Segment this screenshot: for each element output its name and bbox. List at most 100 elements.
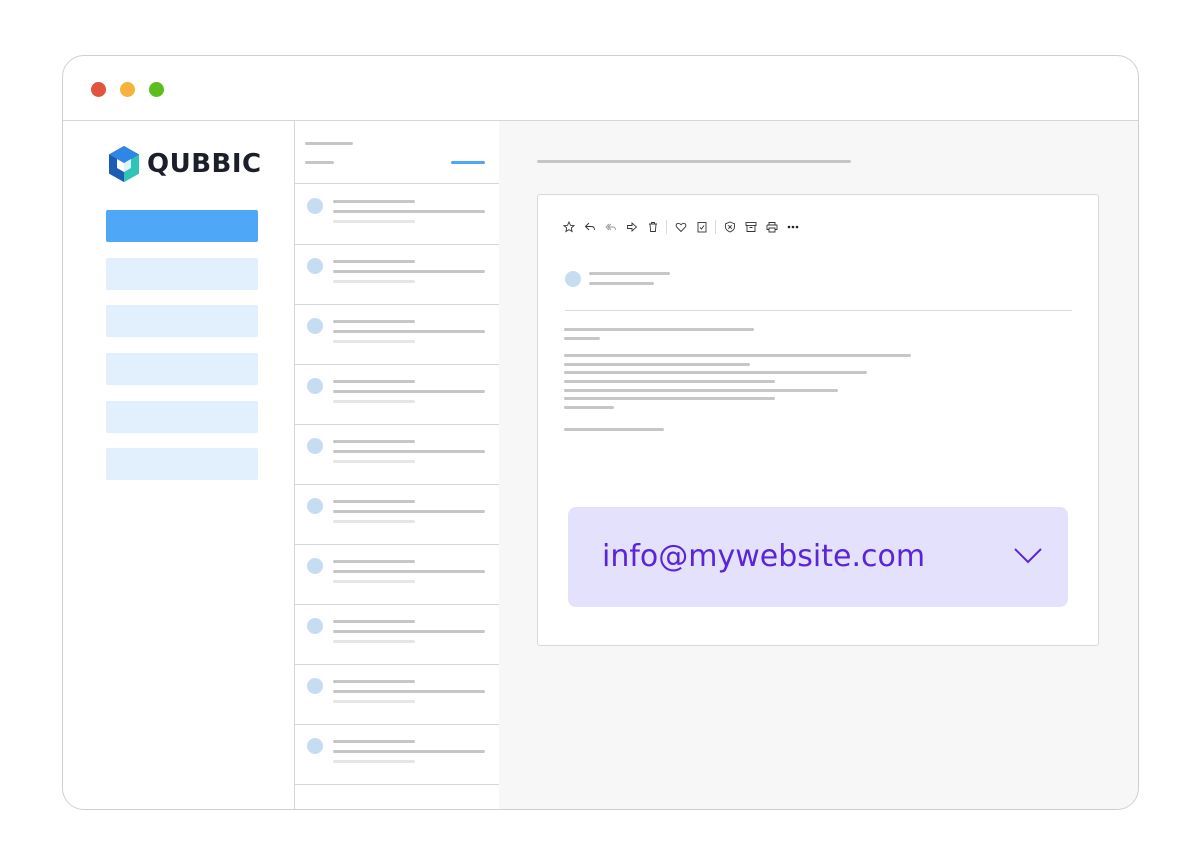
body-line: [564, 337, 600, 340]
sidebar-item-6[interactable]: [106, 448, 258, 480]
email-card: info@mywebsite.com: [537, 194, 1099, 646]
avatar: [307, 678, 323, 694]
app-name: QUBBIC: [147, 149, 262, 179]
subject-placeholder: [333, 690, 485, 693]
subject-placeholder: [333, 390, 485, 393]
list-action-placeholder[interactable]: [451, 161, 485, 164]
sender-name-placeholder: [589, 272, 670, 275]
message-list-header: [295, 121, 499, 184]
avatar: [307, 438, 323, 454]
reply-all-icon[interactable]: [600, 219, 621, 235]
body-line: [564, 328, 754, 331]
sender-placeholder: [333, 680, 415, 683]
shield-x-icon[interactable]: [719, 219, 740, 235]
list-item[interactable]: [295, 604, 499, 665]
avatar: [307, 738, 323, 754]
list-item[interactable]: [295, 664, 499, 725]
forward-icon[interactable]: [621, 219, 642, 235]
sender-placeholder: [333, 320, 415, 323]
sender-placeholder: [333, 200, 415, 203]
list-item[interactable]: [295, 484, 499, 545]
list-item[interactable]: [295, 304, 499, 365]
close-window-button[interactable]: [91, 82, 106, 97]
chevron-down-icon[interactable]: [1013, 543, 1043, 567]
reply-icon[interactable]: [579, 219, 600, 235]
preview-placeholder: [333, 580, 415, 583]
sidebar-item-1[interactable]: [106, 210, 258, 242]
preview-placeholder: [333, 340, 415, 343]
sender-avatar: [565, 271, 581, 287]
preview-placeholder: [333, 280, 415, 283]
reading-pane: info@mywebsite.com: [499, 121, 1138, 809]
sidebar-item-2[interactable]: [106, 258, 258, 290]
avatar: [307, 558, 323, 574]
preview-placeholder: [333, 640, 415, 643]
sender-placeholder: [333, 440, 415, 443]
list-item[interactable]: [295, 724, 499, 785]
list-title-placeholder: [305, 142, 353, 145]
heart-icon[interactable]: [670, 219, 691, 235]
subject-placeholder: [333, 210, 485, 213]
avatar: [307, 198, 323, 214]
maximize-window-button[interactable]: [149, 82, 164, 97]
archive-icon[interactable]: [740, 219, 761, 235]
preview-placeholder: [333, 460, 415, 463]
sender-email-placeholder: [589, 282, 654, 285]
clipboard-check-icon[interactable]: [691, 219, 712, 235]
avatar: [307, 618, 323, 634]
list-item[interactable]: [295, 424, 499, 485]
sender-placeholder: [333, 620, 415, 623]
email-toolbar: [558, 219, 803, 235]
body-line: [564, 354, 911, 357]
preview-placeholder: [333, 760, 415, 763]
sender-placeholder: [333, 560, 415, 563]
sidebar-item-4[interactable]: [106, 353, 258, 385]
sender-placeholder: [333, 380, 415, 383]
sender-placeholder: [333, 740, 415, 743]
body-line: [564, 363, 750, 366]
toolbar-separator: [715, 220, 716, 234]
app-logo[interactable]: QUBBIC: [107, 145, 262, 183]
list-filter-placeholder[interactable]: [305, 161, 334, 164]
message-list: [294, 121, 500, 809]
sender-placeholder: [333, 260, 415, 263]
sender-placeholder: [333, 500, 415, 503]
subject-placeholder: [333, 330, 485, 333]
preview-placeholder: [333, 700, 415, 703]
preview-placeholder: [333, 520, 415, 523]
subject-placeholder: [333, 630, 485, 633]
subject-placeholder: [537, 160, 851, 163]
list-item[interactable]: [295, 544, 499, 605]
sidebar-item-5[interactable]: [106, 401, 258, 433]
sidebar-item-3[interactable]: [106, 305, 258, 337]
preview-placeholder: [333, 400, 415, 403]
avatar: [307, 318, 323, 334]
more-icon[interactable]: [782, 219, 803, 235]
avatar: [307, 378, 323, 394]
subject-placeholder: [333, 510, 485, 513]
email-address-value: info@mywebsite.com: [602, 539, 926, 574]
trash-icon[interactable]: [642, 219, 663, 235]
body-line: [564, 428, 664, 431]
list-item[interactable]: [295, 364, 499, 425]
list-item[interactable]: [295, 184, 499, 245]
avatar: [307, 498, 323, 514]
star-icon[interactable]: [558, 219, 579, 235]
subject-placeholder: [333, 270, 485, 273]
subject-placeholder: [333, 570, 485, 573]
body-line: [564, 380, 775, 383]
subject-placeholder: [333, 450, 485, 453]
list-item[interactable]: [295, 244, 499, 305]
body-line: [564, 397, 775, 400]
print-icon[interactable]: [761, 219, 782, 235]
body-line: [564, 389, 838, 392]
qubbic-logo-icon: [109, 146, 139, 182]
avatar: [307, 258, 323, 274]
title-bar: [63, 56, 1138, 121]
body-line: [564, 406, 614, 409]
email-address-selector[interactable]: info@mywebsite.com: [568, 507, 1068, 607]
subject-placeholder: [333, 750, 485, 753]
minimize-window-button[interactable]: [120, 82, 135, 97]
sidebar: QUBBIC: [63, 121, 294, 809]
browser-window: QUBBIC info@mywebsite.com: [62, 55, 1139, 810]
